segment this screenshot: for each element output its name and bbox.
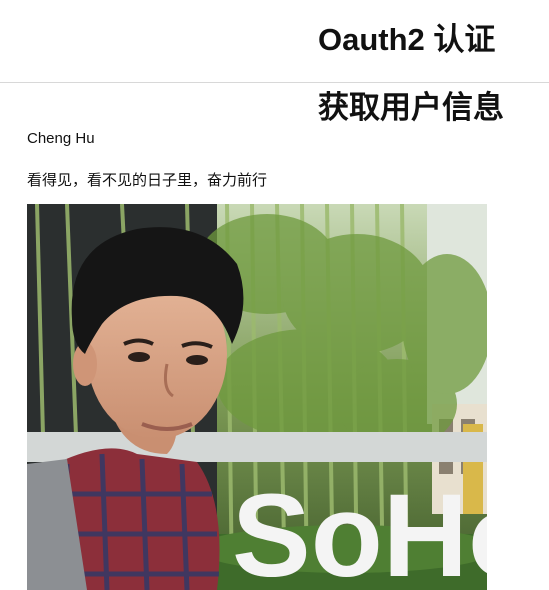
sign-letters: SoHo [232, 470, 487, 590]
page-title: Oauth2 认证 [318, 22, 496, 57]
page-header: Oauth2 认证 [0, 0, 549, 83]
user-bio: 看得见，看不见的日子里，奋力前行 [27, 172, 268, 189]
user-avatar: SoHo [27, 204, 487, 590]
section-title: 获取用户信息 [318, 90, 504, 125]
user-name: Cheng Hu [27, 130, 95, 147]
